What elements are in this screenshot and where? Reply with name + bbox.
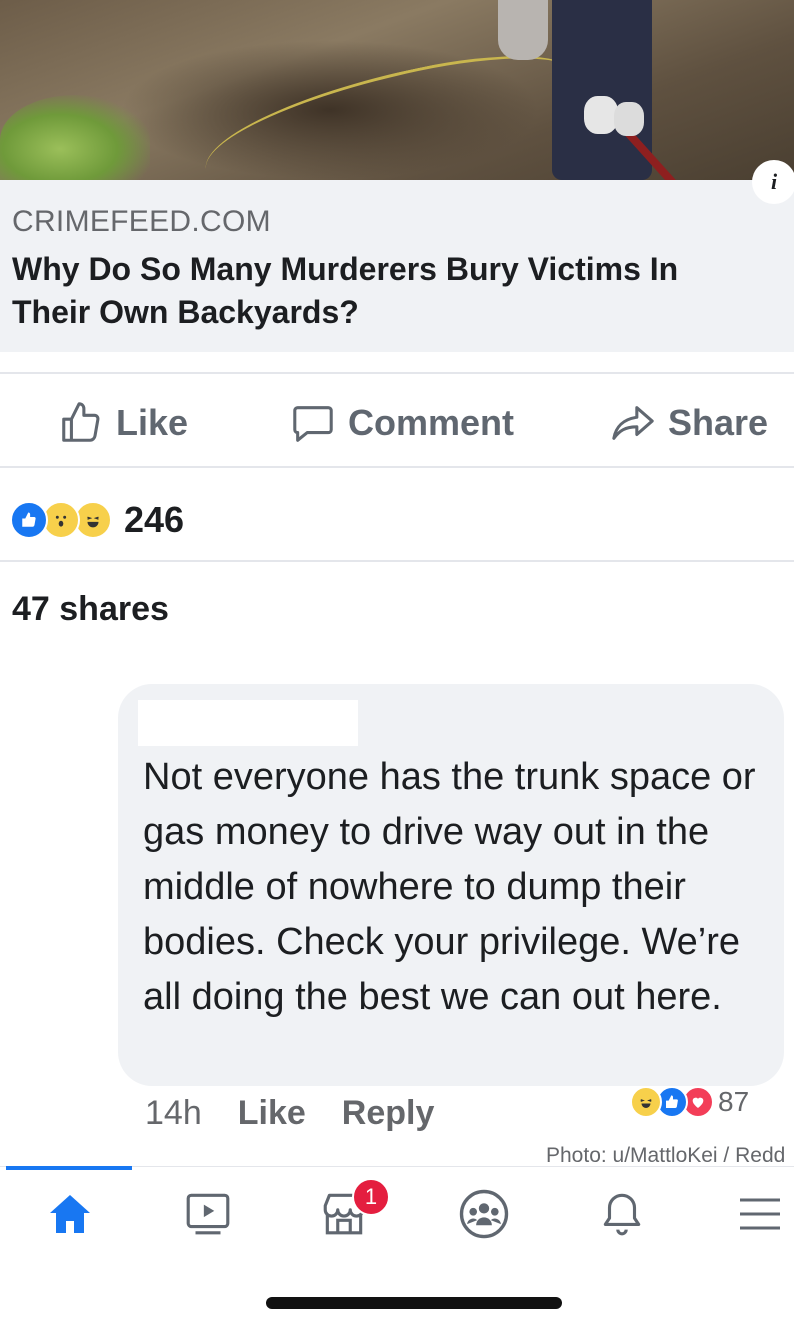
comment-button[interactable]: Comment	[290, 395, 514, 451]
menu-icon[interactable]	[730, 1188, 790, 1240]
digging-person	[552, 0, 652, 180]
person-legs	[498, 0, 548, 60]
watch-icon[interactable]	[178, 1188, 238, 1240]
info-icon[interactable]: i	[752, 160, 794, 204]
comment-like-button[interactable]: Like	[238, 1094, 306, 1133]
reaction-summary[interactable]: 246	[10, 498, 184, 542]
comment-reaction-summary[interactable]: 87	[630, 1082, 749, 1122]
comment-label: Comment	[348, 402, 515, 443]
photo-credit: Photo: u/MattloKei / Redd	[546, 1144, 786, 1167]
glove-left	[584, 96, 618, 134]
marketplace-badge: 1	[352, 1178, 390, 1216]
share-icon	[612, 406, 654, 440]
shares-count[interactable]: 47 shares	[12, 590, 169, 629]
haha-reaction-icon	[630, 1086, 662, 1118]
comment-actions: 14h Like Reply	[145, 1094, 434, 1133]
comment-icon	[293, 406, 333, 442]
thumbs-up-icon	[62, 402, 100, 442]
home-icon[interactable]	[40, 1188, 100, 1240]
glove-right	[614, 102, 644, 136]
share-label: Share	[668, 402, 769, 443]
comment-text: Not everyone has the trunk space or gas …	[143, 756, 756, 1018]
comment-reply-button[interactable]: Reply	[342, 1094, 435, 1133]
like-label: Like	[116, 402, 189, 443]
active-tab-indicator	[6, 1166, 132, 1170]
plant	[0, 95, 150, 180]
divider	[0, 372, 794, 374]
like-reaction-icon	[10, 501, 48, 539]
comment-author-redacted[interactable]	[138, 700, 358, 746]
like-button[interactable]: Like	[58, 395, 188, 451]
comment-timestamp: 14h	[145, 1094, 202, 1132]
divider	[0, 466, 794, 468]
divider	[0, 560, 794, 562]
share-button[interactable]: Share	[610, 395, 768, 451]
notifications-icon[interactable]	[592, 1188, 652, 1240]
link-title[interactable]: Why Do So Many Murderers Bury Victims In…	[12, 248, 794, 334]
home-indicator[interactable]	[266, 1297, 562, 1309]
link-domain: CRIMEFEED.COM	[12, 205, 271, 238]
groups-icon[interactable]	[454, 1188, 514, 1240]
comment-reaction-count: 87	[718, 1086, 750, 1117]
reaction-count[interactable]: 246	[124, 499, 184, 541]
link-preview-image[interactable]	[0, 0, 794, 180]
